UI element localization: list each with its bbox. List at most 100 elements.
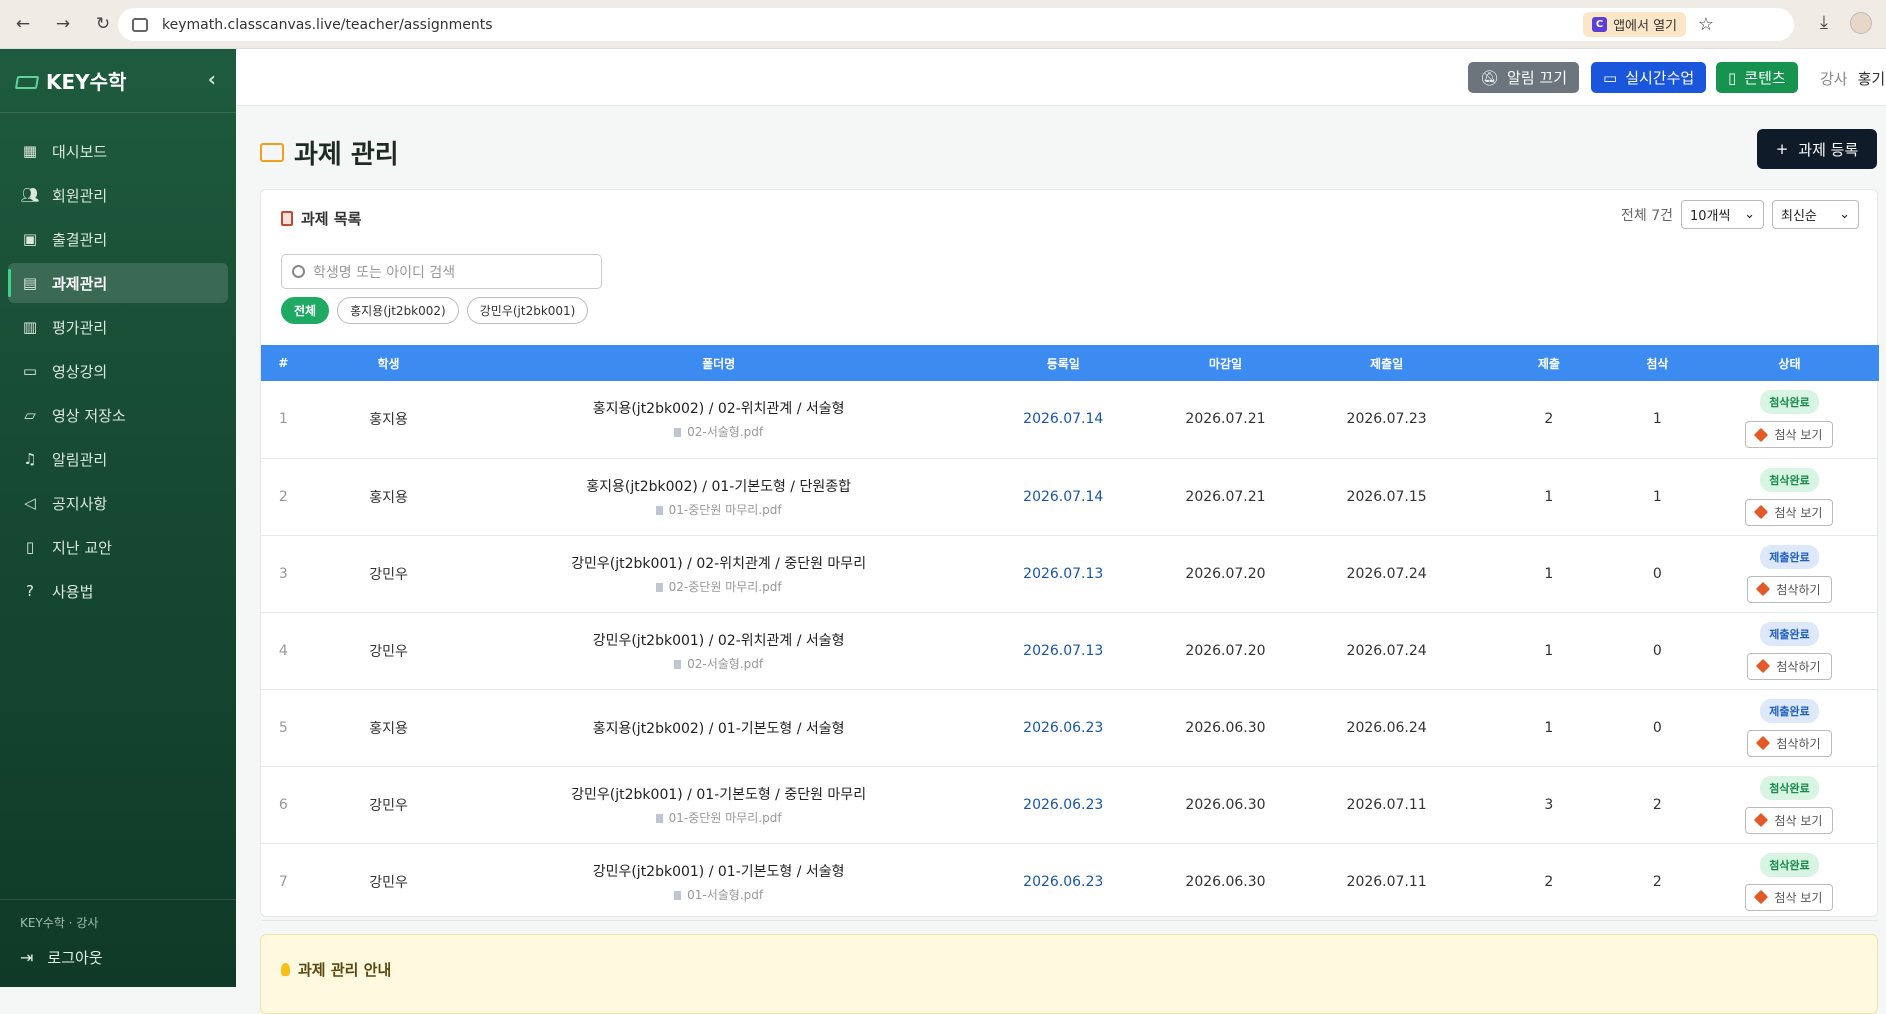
reload-icon[interactable]: ↻ — [94, 14, 112, 34]
submission-count: 1 — [1544, 488, 1554, 505]
table-row[interactable]: 6 강민우 강민우(jt2bk001) / 01-기본도형 / 중단원 마무리 … — [261, 766, 1879, 843]
header-user[interactable]: 강사 홍기 — [1820, 68, 1885, 89]
sidebar-item-3[interactable]: ▤ 과제관리 — [8, 263, 228, 303]
table-row[interactable]: 5 홍지용 홍지용(jt2bk002) / 01-기본도형 / 서술형 2026… — [261, 689, 1879, 766]
sidebar-item-0[interactable]: ▦ 대시보드 — [8, 131, 228, 171]
live-class-button[interactable]: ▭ 실시간수업 — [1591, 62, 1707, 93]
folder-name[interactable]: 홍지용(jt2bk002) / 01-기본도형 / 단원종합 — [471, 476, 966, 496]
correct-button[interactable]: 첨삭하기 — [1747, 729, 1832, 757]
filter-chip[interactable]: 홍지용(jt2bk002) — [337, 297, 459, 324]
download-icon[interactable]: ⤓ — [1820, 12, 1828, 34]
sidebar-item-4[interactable]: ▥ 평가관리 — [8, 307, 228, 347]
search-input[interactable]: 학생명 또는 아이디 검색 — [281, 254, 602, 289]
attached-file[interactable]: 01-중단원 마무리.pdf — [471, 809, 966, 826]
sort-select[interactable]: 최신순 ⌄ — [1772, 200, 1859, 229]
address-bar[interactable]: keymath.classcanvas.live/teacher/assignm… — [118, 8, 1794, 41]
sidebar-item-10[interactable]: ? 사용법 — [8, 571, 228, 611]
action-label: 첨삭 보기 — [1774, 428, 1823, 443]
browser-toolbar: ← → ↻ keymath.classcanvas.live/teacher/a… — [0, 0, 1886, 49]
open-in-app-button[interactable]: C 앱에서 열기 — [1583, 12, 1686, 37]
folder-name[interactable]: 강민우(jt2bk001) / 02-위치관계 / 서술형 — [471, 630, 966, 650]
sidebar-item-label: 영상강의 — [52, 362, 108, 381]
folder-name[interactable]: 강민우(jt2bk001) / 01-기본도형 / 중단원 마무리 — [471, 784, 966, 804]
filter-chip[interactable]: 강민우(jt2bk001) — [466, 297, 589, 324]
page-title-text: 과제 관리 — [294, 140, 399, 170]
action-label: 첨삭 보기 — [1774, 813, 1823, 828]
action-label: 첨삭하기 — [1776, 659, 1821, 674]
video-camera-icon: ▭ — [1603, 68, 1618, 87]
sidebar-item-label: 출결관리 — [52, 230, 108, 249]
table-body: 1 홍지용 홍지용(jt2bk002) / 02-위치관계 / 서술형 02-서… — [261, 381, 1879, 920]
pencil-icon — [1756, 581, 1771, 597]
submission-count: 2 — [1544, 411, 1554, 428]
student-name: 홍지용 — [369, 720, 408, 737]
forward-icon[interactable]: → — [54, 14, 72, 34]
folder-name[interactable]: 홍지용(jt2bk002) / 01-기본도형 / 서술형 — [471, 718, 966, 738]
attached-file[interactable]: 02-서술형.pdf — [471, 423, 966, 440]
sidebar-item-9[interactable]: ▯ 지난 교안 — [8, 527, 228, 567]
lightbulb-icon — [281, 963, 290, 976]
file-icon — [655, 582, 663, 592]
view-correction-button[interactable]: 첨삭 보기 — [1745, 498, 1834, 526]
folder-name[interactable]: 강민우(jt2bk001) / 02-위치관계 / 중단원 마무리 — [471, 553, 966, 573]
row-number: 5 — [278, 719, 288, 736]
file-icon — [655, 813, 663, 823]
brand[interactable]: KEY수학 ‹ — [0, 49, 236, 113]
status-badge: 첨삭완료 — [1760, 390, 1819, 415]
folder-name[interactable]: 홍지용(jt2bk002) / 02-위치관계 / 서술형 — [471, 398, 966, 418]
back-icon[interactable]: ← — [14, 14, 32, 34]
due-date: 2026.06.30 — [1185, 796, 1266, 813]
table-row[interactable]: 4 강민우 강민우(jt2bk001) / 02-위치관계 / 서술형 02-서… — [261, 612, 1879, 689]
view-correction-button[interactable]: 첨삭 보기 — [1745, 806, 1834, 834]
site-info-icon[interactable] — [132, 17, 148, 32]
folder-cell: 홍지용(jt2bk002) / 02-위치관계 / 서술형 02-서술형.pdf — [471, 381, 966, 458]
attached-file[interactable]: 02-서술형.pdf — [471, 655, 966, 672]
sidebar-item-7[interactable]: ♫ 알림관리 — [8, 439, 228, 479]
view-correction-button[interactable]: 첨삭 보기 — [1745, 883, 1834, 911]
filter-chip[interactable]: 전체 — [281, 297, 330, 324]
submitted-date: 2026.07.24 — [1346, 642, 1427, 659]
list-controls: 전체 7건 10개씩 ⌄ 최신순 ⌄ — [1621, 200, 1859, 229]
current-user-role: KEY수학 · 강사 — [20, 916, 99, 930]
sidebar-item-8[interactable]: ◁ 공지사항 — [8, 483, 228, 523]
correct-button[interactable]: 첨삭하기 — [1747, 652, 1832, 680]
correct-button[interactable]: 첨삭하기 — [1747, 575, 1832, 603]
bookmark-star-icon[interactable]: ☆ — [1698, 14, 1714, 35]
mute-notifications-button[interactable]: 🔕︎ 알림 끄기 — [1468, 62, 1580, 93]
due-date: 2026.07.21 — [1185, 488, 1266, 505]
collapse-sidebar-icon[interactable]: ‹ — [208, 67, 216, 91]
sidebar-item-2[interactable]: ▣ 출결관리 — [8, 219, 228, 259]
attached-file[interactable]: 01-서술형.pdf — [471, 886, 966, 903]
table-row[interactable]: 7 강민우 강민우(jt2bk001) / 01-기본도형 / 서술형 01-서… — [261, 843, 1879, 920]
profile-avatar[interactable] — [1850, 12, 1872, 34]
sidebar-item-1[interactable]: 👥︎ 회원관리 — [8, 175, 228, 215]
sidebar-footer: KEY수학 · 강사 ⇥ 로그아웃 — [0, 899, 236, 987]
folder-icon: ▱ — [24, 406, 36, 424]
folder-cell: 강민우(jt2bk001) / 02-위치관계 / 중단원 마무리 02-중단원… — [471, 535, 966, 612]
add-assignment-button[interactable]: + 과제 등록 — [1757, 129, 1877, 169]
page-size-select[interactable]: 10개씩 ⌄ — [1681, 200, 1764, 229]
sidebar-item-6[interactable]: ▱ 영상 저장소 — [8, 395, 228, 435]
info-notice: 과제 관리 안내 — [260, 934, 1878, 1014]
sidebar-item-5[interactable]: ▭ 영상강의 — [8, 351, 228, 391]
user-role: 강사 — [1820, 70, 1848, 88]
pencil-icon — [1754, 504, 1769, 520]
correction-count: 2 — [1652, 796, 1662, 813]
attached-file[interactable]: 01-중단원 마무리.pdf — [471, 501, 966, 518]
submitted-date: 2026.07.15 — [1346, 488, 1427, 505]
row-number: 6 — [278, 796, 288, 813]
assignment-list-card: 과제 목록 전체 7건 10개씩 ⌄ 최신순 ⌄ 학생명 또는 아이디 검색 전… — [260, 189, 1879, 920]
logout-button[interactable]: ⇥ 로그아웃 — [0, 931, 236, 968]
attached-file[interactable]: 02-중단원 마무리.pdf — [471, 578, 966, 595]
due-date: 2026.07.20 — [1185, 642, 1266, 659]
table-row[interactable]: 2 홍지용 홍지용(jt2bk002) / 01-기본도형 / 단원종합 01-… — [261, 458, 1879, 535]
table-row[interactable]: 1 홍지용 홍지용(jt2bk002) / 02-위치관계 / 서술형 02-서… — [261, 381, 1879, 458]
sidebar-item-label: 대시보드 — [52, 142, 108, 161]
table-row[interactable]: 3 강민우 강민우(jt2bk001) / 02-위치관계 / 중단원 마무리 … — [261, 535, 1879, 612]
student-name: 강민우 — [369, 566, 408, 583]
view-correction-button[interactable]: 첨삭 보기 — [1745, 421, 1834, 449]
content-button[interactable]: ▯ 콘텐츠 — [1716, 62, 1798, 93]
folder-name[interactable]: 강민우(jt2bk001) / 01-기본도형 / 서술형 — [471, 861, 966, 881]
url-text: keymath.classcanvas.live/teacher/assignm… — [162, 16, 493, 33]
file-icon — [674, 428, 682, 438]
